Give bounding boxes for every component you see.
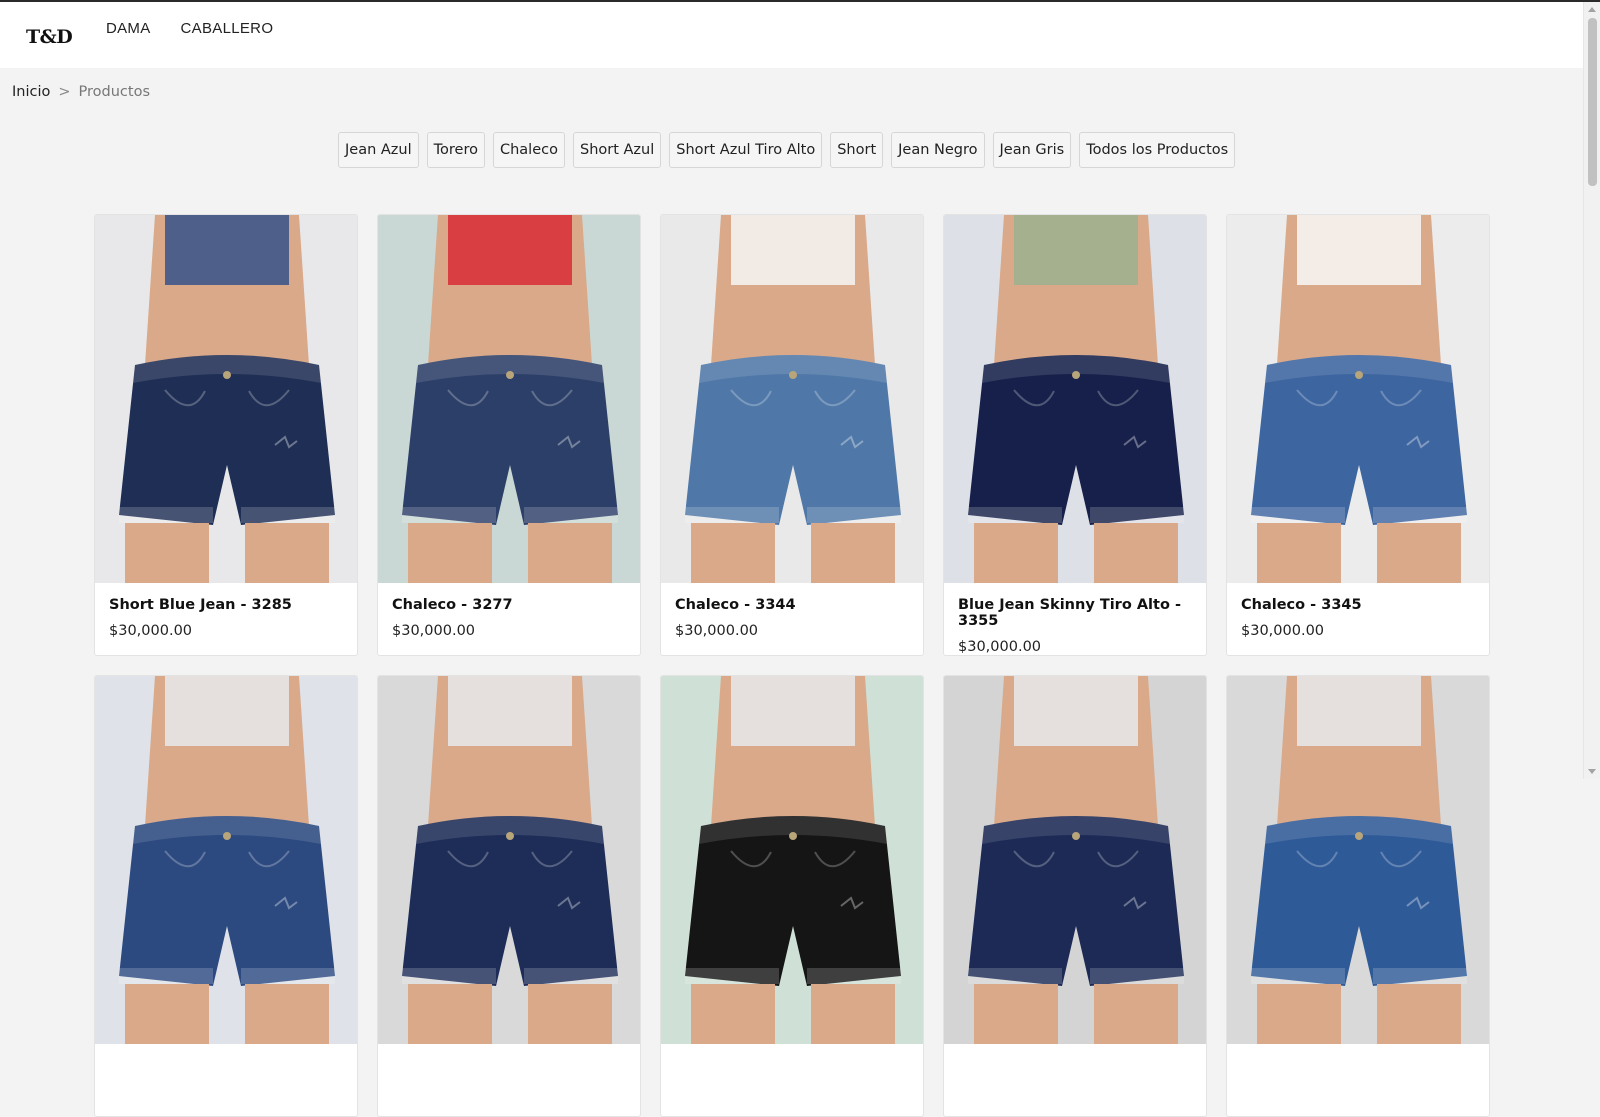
- page-scrollbar[interactable]: [1583, 2, 1600, 779]
- product-title[interactable]: Short Blue Jean - 3285: [109, 597, 343, 613]
- filter-torero[interactable]: Torero: [426, 132, 485, 168]
- filter-jean-azul[interactable]: Jean Azul: [338, 132, 419, 168]
- product-image[interactable]: [1227, 215, 1489, 583]
- product-image[interactable]: [1227, 676, 1489, 1044]
- product-price: $30,000.00: [392, 623, 476, 639]
- product-title[interactable]: Chaleco - 3345: [1241, 597, 1475, 613]
- breadcrumb-separator: >: [58, 84, 71, 100]
- product-card[interactable]: Chaleco - 3277 $30,000.00: [377, 214, 641, 656]
- filter-chaleco[interactable]: Chaleco: [492, 132, 565, 168]
- scroll-up-arrow-icon[interactable]: [1588, 7, 1596, 12]
- nav-caballero[interactable]: CABALLERO: [181, 20, 274, 37]
- filter-jean-negro[interactable]: Jean Negro: [891, 132, 985, 168]
- product-image[interactable]: [661, 676, 923, 1044]
- product-card[interactable]: Blue Jean Skinny Tiro Alto - 3355 $30,00…: [943, 214, 1207, 656]
- product-photo-illustration: [944, 215, 1206, 583]
- filter-short-azul[interactable]: Short Azul: [572, 132, 662, 168]
- product-grid: Short Blue Jean - 3285 $30,000.00 Chalec…: [94, 214, 1490, 1117]
- product-card[interactable]: Chaleco - 3344 $30,000.00: [660, 214, 924, 656]
- scroll-down-arrow-icon[interactable]: [1588, 769, 1596, 774]
- product-title[interactable]: Blue Jean Skinny Tiro Alto - 3355: [958, 597, 1192, 629]
- product-photo-illustration: [378, 215, 640, 583]
- product-image[interactable]: [378, 676, 640, 1044]
- product-price: $30,000.00: [675, 623, 759, 639]
- product-price: $30,000.00: [1241, 623, 1325, 639]
- product-photo-illustration: [95, 676, 357, 1044]
- product-photo-illustration: [95, 215, 357, 583]
- product-price: $30,000.00: [109, 623, 193, 639]
- product-photo-illustration: [378, 676, 640, 1044]
- product-card[interactable]: [94, 675, 358, 1117]
- breadcrumb: Inicio > Productos: [12, 84, 150, 100]
- filter-jean-gris[interactable]: Jean Gris: [992, 132, 1072, 168]
- product-photo-illustration: [661, 676, 923, 1044]
- product-card[interactable]: [943, 675, 1207, 1117]
- product-image[interactable]: [95, 676, 357, 1044]
- product-price: $30,000.00: [958, 639, 1042, 655]
- filter-short[interactable]: Short: [830, 132, 884, 168]
- product-card[interactable]: [1226, 675, 1490, 1117]
- breadcrumb-home[interactable]: Inicio: [12, 84, 50, 100]
- product-image[interactable]: [378, 215, 640, 583]
- main-nav: DAMA CABALLERO: [106, 20, 273, 37]
- product-photo-illustration: [944, 676, 1206, 1044]
- product-image[interactable]: [95, 215, 357, 583]
- product-image[interactable]: [661, 215, 923, 583]
- breadcrumb-current: Productos: [78, 84, 151, 100]
- product-card[interactable]: [377, 675, 641, 1117]
- product-card[interactable]: Short Blue Jean - 3285 $30,000.00: [94, 214, 358, 656]
- site-logo[interactable]: T&D: [26, 26, 106, 48]
- scrollbar-thumb[interactable]: [1588, 18, 1597, 186]
- nav-dama[interactable]: DAMA: [106, 20, 151, 37]
- filter-todos-los-productos[interactable]: Todos los Productos: [1079, 132, 1236, 168]
- product-photo-illustration: [1227, 215, 1489, 583]
- product-title[interactable]: Chaleco - 3344: [675, 597, 909, 613]
- filter-short-azul-tiro-alto[interactable]: Short Azul Tiro Alto: [669, 132, 823, 168]
- product-photo-illustration: [661, 215, 923, 583]
- product-title[interactable]: Chaleco - 3277: [392, 597, 626, 613]
- product-image[interactable]: [944, 215, 1206, 583]
- product-photo-illustration: [1227, 676, 1489, 1044]
- product-card[interactable]: Chaleco - 3345 $30,000.00: [1226, 214, 1490, 656]
- product-image[interactable]: [944, 676, 1206, 1044]
- category-filters: Jean Azul Torero Chaleco Short Azul Shor…: [338, 132, 1236, 168]
- site-header: T&D DAMA CABALLERO: [0, 2, 1600, 68]
- product-card[interactable]: [660, 675, 924, 1117]
